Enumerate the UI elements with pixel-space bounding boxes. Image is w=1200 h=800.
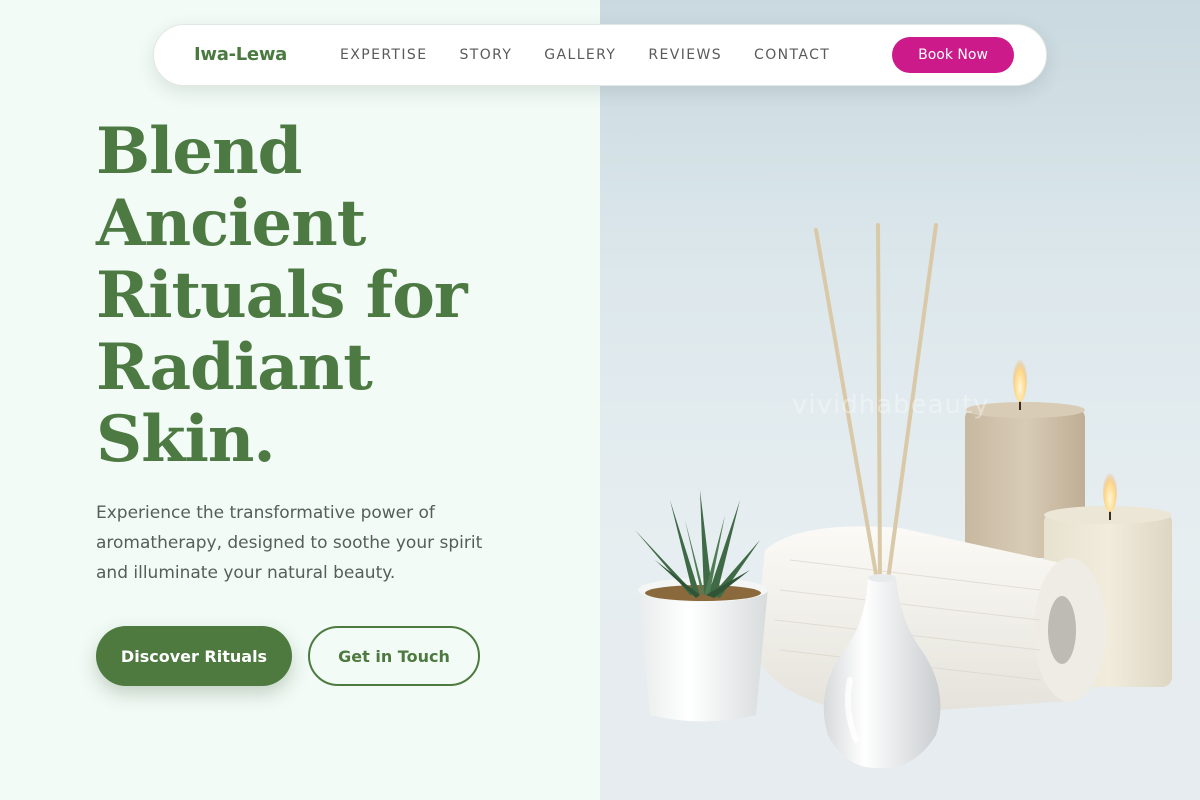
- top-navbar: Iwa-Lewa EXPERTISE STORY GALLERY REVIEWS…: [153, 24, 1047, 86]
- nav-link-contact[interactable]: CONTACT: [754, 47, 830, 63]
- nav-link-story[interactable]: STORY: [459, 47, 512, 63]
- hero-subtitle: Experience the transformative power of a…: [96, 503, 483, 583]
- hero-photo: vividhabeauty: [600, 0, 1200, 800]
- hero-title-line: Blend: [96, 114, 302, 189]
- discover-rituals-button[interactable]: Discover Rituals: [96, 626, 292, 686]
- nav-links: EXPERTISE STORY GALLERY REVIEWS CONTACT: [340, 47, 862, 63]
- hero-title-line: Ancient: [96, 186, 366, 261]
- get-in-touch-button[interactable]: Get in Touch: [308, 626, 480, 686]
- hero-title: Blend Ancient Rituals for Radiant Skin.: [96, 116, 566, 476]
- hero-title-line: Rituals for: [96, 258, 468, 333]
- nav-link-expertise[interactable]: EXPERTISE: [340, 47, 427, 63]
- nav-link-gallery[interactable]: GALLERY: [544, 47, 616, 63]
- nav-link-reviews[interactable]: REVIEWS: [648, 47, 722, 63]
- hero-title-line: Radiant: [96, 330, 373, 405]
- succulent-pot: [635, 490, 768, 722]
- photo-watermark: vividhabeauty: [792, 390, 990, 420]
- hero-title-line: Skin.: [96, 402, 276, 477]
- book-now-button[interactable]: Book Now: [892, 37, 1014, 73]
- site-logo[interactable]: Iwa-Lewa: [194, 44, 287, 65]
